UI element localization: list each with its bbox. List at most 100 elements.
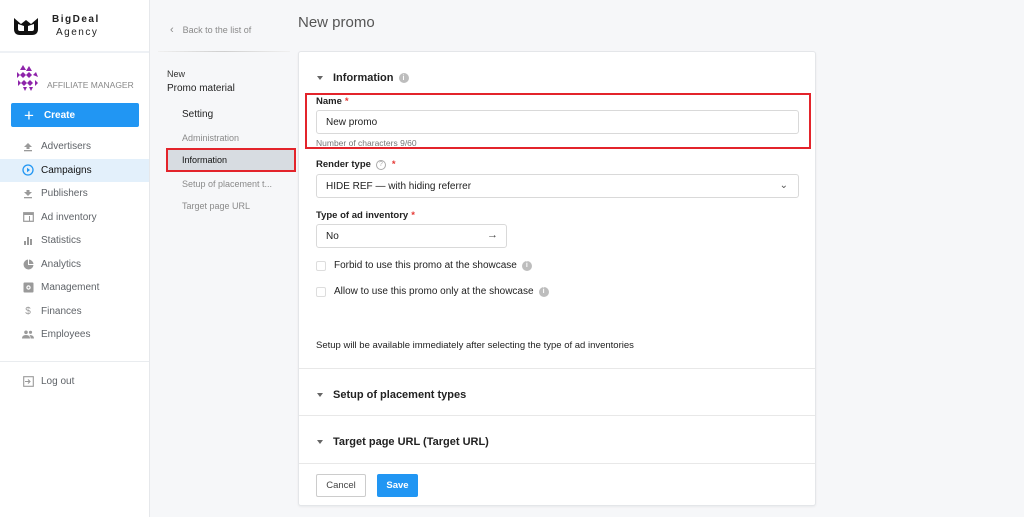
divider: [0, 360, 149, 362]
back-to-list-link[interactable]: ‹ Back to the list of: [170, 24, 251, 36]
required-mark: *: [344, 96, 349, 107]
required-mark: *: [411, 210, 415, 221]
section-target-url-header[interactable]: Target page URL (Target URL): [317, 436, 489, 448]
user-row[interactable]: AFFILIATE MANAGER: [0, 53, 149, 99]
section-title: Target page URL (Target URL): [333, 436, 489, 448]
ad-inventory-select[interactable]: No →: [316, 224, 507, 248]
brand-subname: Agency: [56, 26, 99, 38]
divider: [299, 368, 815, 369]
submenu-item-label: Target page URL: [182, 201, 251, 211]
submenu-setting-heading: Setting: [182, 109, 214, 120]
forbid-showcase-checkbox-row[interactable]: Forbid to use this promo at the showcase…: [316, 260, 532, 271]
submenu-item-label: Setup of placement t...: [182, 179, 273, 189]
render-type-label: Render type ? *: [316, 159, 396, 170]
forbid-showcase-checkbox[interactable]: [316, 260, 326, 271]
people-icon: [22, 329, 34, 341]
create-button[interactable]: + Create: [11, 103, 139, 127]
sidebar-item-publishers[interactable]: Publishers: [0, 182, 149, 206]
caret-down-icon: [317, 76, 323, 80]
divider: [299, 415, 815, 416]
sidebar-item-label: Analytics: [41, 258, 82, 270]
name-char-counter: Number of characters 9/60: [316, 138, 417, 148]
chevron-down-icon: ⌄: [779, 180, 788, 191]
sidebar-item-analytics[interactable]: Analytics: [0, 253, 149, 277]
promo-submenu: ‹ Back to the list of New Promo material…: [150, 0, 298, 517]
settings-box-icon: [22, 282, 34, 294]
name-input-value: New promo: [326, 116, 378, 128]
arrow-right-icon: →: [487, 229, 498, 241]
name-label-text: Name: [316, 96, 342, 107]
info-icon[interactable]: i: [521, 260, 532, 271]
bigdeal-logo-icon: [14, 17, 38, 35]
info-icon[interactable]: i: [398, 73, 409, 83]
upload-icon: [22, 141, 34, 153]
info-icon[interactable]: i: [538, 286, 549, 297]
sidebar-item-label: Advertisers: [41, 141, 92, 153]
submenu-item-placement-setup[interactable]: Setup of placement t...: [166, 172, 296, 196]
sidebar-item-label: Publishers: [41, 188, 88, 200]
render-type-label-text: Render type: [316, 159, 371, 170]
setup-note: Setup will be available immediately afte…: [316, 340, 634, 351]
sidebar: BigDeal Agency AFFILIATE MANAGER + Creat…: [0, 0, 150, 517]
submenu-item-information[interactable]: Information: [166, 148, 296, 172]
section-placement-header[interactable]: Setup of placement types: [317, 389, 466, 401]
checkbox-label: Forbid to use this promo at the showcase: [334, 260, 517, 271]
logout-button[interactable]: Log out: [0, 370, 149, 394]
create-button-label: Create: [43, 109, 76, 121]
submenu-title: Promo material: [167, 83, 235, 94]
save-button[interactable]: Save: [377, 474, 418, 497]
submenu-item-label: Administration: [182, 133, 240, 143]
sidebar-item-finances[interactable]: $ Finances: [0, 300, 149, 324]
sidebar-item-label: Campaigns: [41, 164, 92, 176]
required-mark: *: [391, 159, 396, 170]
sidebar-nav: Advertisers Campaigns Publishers Ad inve…: [0, 135, 149, 393]
sidebar-item-label: Ad inventory: [41, 211, 97, 223]
divider: [299, 463, 815, 464]
sidebar-item-label: Employees: [41, 329, 91, 341]
render-type-value: HIDE REF — with hiding referrer: [326, 180, 472, 192]
section-information-header[interactable]: Information i: [317, 72, 409, 84]
ad-inventory-label-text: Type of ad inventory: [316, 210, 409, 221]
avatar: [12, 62, 42, 92]
brand[interactable]: BigDeal Agency: [0, 0, 149, 53]
sidebar-item-advertisers[interactable]: Advertisers: [0, 135, 149, 159]
bar-chart-icon: [22, 235, 34, 247]
sidebar-item-ad-inventory[interactable]: Ad inventory: [0, 206, 149, 230]
user-role: AFFILIATE MANAGER: [47, 80, 134, 90]
submenu-item-target-url[interactable]: Target page URL: [166, 194, 296, 218]
submenu-item-label: Information: [182, 155, 228, 165]
only-showcase-checkbox[interactable]: [316, 286, 326, 297]
caret-down-icon: [317, 393, 323, 397]
sidebar-item-campaigns[interactable]: Campaigns: [0, 158, 149, 182]
window-icon: [22, 211, 34, 223]
play-circle-icon: [22, 164, 34, 176]
divider: [158, 51, 290, 52]
render-type-select[interactable]: HIDE REF — with hiding referrer ⌄: [316, 174, 799, 198]
section-title: Information: [333, 72, 394, 84]
sidebar-item-label: Management: [41, 282, 100, 294]
name-label: Name *: [316, 96, 349, 107]
back-link-label: Back to the list of: [182, 25, 252, 35]
cancel-button[interactable]: Cancel: [316, 474, 366, 497]
checkbox-label: Allow to use this promo only at the show…: [334, 286, 534, 297]
pie-chart-icon: [22, 258, 34, 270]
chevron-left-icon: ‹: [170, 24, 174, 36]
sidebar-item-management[interactable]: Management: [0, 276, 149, 300]
logout-label: Log out: [41, 375, 75, 387]
name-input[interactable]: New promo: [316, 110, 799, 134]
only-showcase-checkbox-row[interactable]: Allow to use this promo only at the show…: [316, 286, 549, 297]
sidebar-item-label: Finances: [41, 305, 82, 317]
promo-form-card: Information i Name * New promo Number of…: [298, 51, 816, 506]
logout-icon: [22, 375, 34, 387]
help-icon[interactable]: ?: [375, 159, 386, 170]
section-title: Setup of placement types: [333, 389, 467, 401]
ad-inventory-value: No: [326, 230, 339, 242]
brand-name: BigDeal: [52, 13, 100, 25]
plus-icon: +: [24, 105, 34, 125]
sidebar-item-employees[interactable]: Employees: [0, 323, 149, 347]
page-title: New promo: [298, 14, 375, 31]
submenu-new-label: New: [167, 69, 186, 79]
sidebar-item-statistics[interactable]: Statistics: [0, 229, 149, 253]
submenu-item-administration[interactable]: Administration: [166, 126, 296, 150]
ad-inventory-label: Type of ad inventory *: [316, 210, 415, 221]
